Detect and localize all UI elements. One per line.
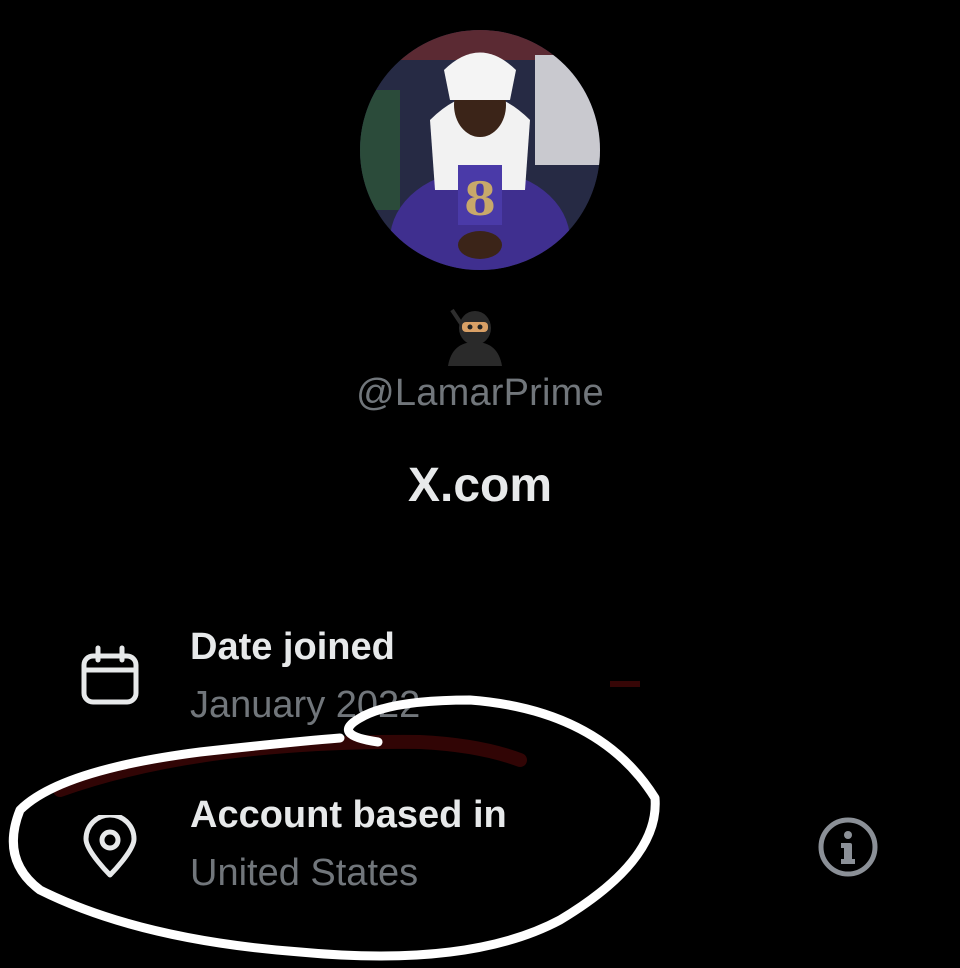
account-based-in-title: Account based in [190, 794, 507, 836]
info-icon[interactable] [816, 815, 880, 879]
profile-handle: @LamarPrime [356, 372, 604, 414]
avatar-image: 8 [360, 30, 600, 270]
date-joined-value: January 2022 [190, 684, 421, 726]
location-pin-icon [78, 815, 142, 879]
ninja-emoji-icon [442, 306, 508, 366]
calendar-icon [78, 644, 142, 708]
site-label: X.com [407, 459, 553, 512]
profile-avatar[interactable]: 8 [360, 30, 600, 270]
date-joined-title: Date joined [190, 626, 395, 668]
account-based-in-value: United States [190, 852, 419, 894]
svg-text:8: 8 [464, 172, 496, 226]
